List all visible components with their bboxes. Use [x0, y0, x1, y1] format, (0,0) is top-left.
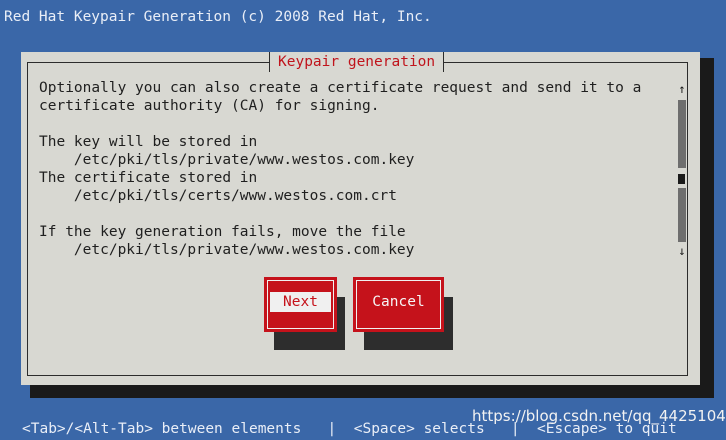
body-line: The key will be stored in — [39, 134, 258, 150]
body-line: Optionally you can also create a certifi… — [39, 80, 642, 96]
scroll-thumb[interactable] — [678, 174, 685, 184]
body-line — [39, 205, 679, 223]
body-line: If the key generation fails, move the fi… — [39, 224, 406, 240]
window-edge — [0, 30, 6, 390]
body-line: certificate authority (CA) for signing. — [39, 98, 380, 114]
body-line: The certificate stored in — [39, 170, 258, 186]
dialog-body-text: Optionally you can also create a certifi… — [39, 79, 679, 259]
next-button-label: Next — [270, 292, 331, 312]
text-scrollbar[interactable]: ↑ ↓ — [676, 82, 688, 260]
scroll-track-upper[interactable] — [678, 100, 686, 168]
body-line — [39, 115, 679, 133]
window-title: Red Hat Keypair Generation (c) 2008 Red … — [0, 0, 726, 30]
cancel-button-label: Cancel — [372, 294, 425, 310]
body-line: /etc/pki/tls/certs/www.westos.com.crt — [39, 188, 397, 204]
keypair-dialog: Keypair generation Optionally you can al… — [21, 52, 700, 385]
dialog-title: Keypair generation — [269, 52, 445, 72]
scroll-track-lower[interactable] — [678, 188, 686, 242]
watermark-text: https://blog.csdn.net/qq_44251046 — [472, 407, 726, 425]
scroll-down-arrow-icon[interactable]: ↓ — [676, 244, 688, 258]
body-line: /etc/pki/tls/private/www.westos.com.key — [39, 152, 415, 168]
body-line: /etc/pki/tls/private/www.westos.com.key — [39, 242, 415, 258]
scroll-up-arrow-icon[interactable]: ↑ — [676, 82, 688, 96]
next-button[interactable]: Next — [264, 277, 337, 332]
cancel-button[interactable]: Cancel — [353, 277, 444, 332]
